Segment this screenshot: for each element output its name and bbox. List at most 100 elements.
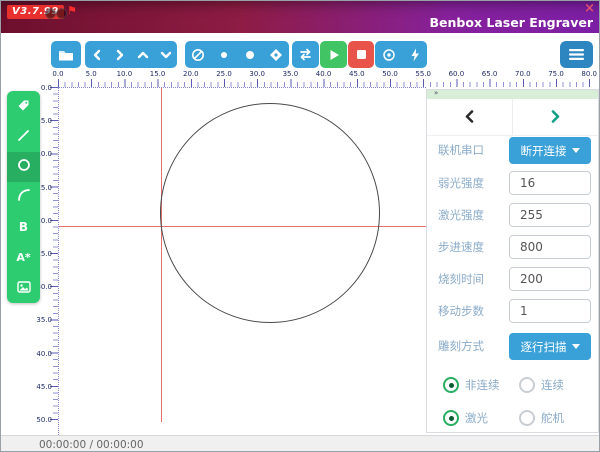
ruler-label: 35.0 [35, 316, 52, 324]
arrow-left-icon[interactable] [91, 49, 103, 61]
caret-down-icon [572, 344, 580, 349]
weak-laser-icon[interactable] [217, 48, 231, 62]
tag-icon [17, 97, 30, 116]
loop-arrows-icon [298, 48, 313, 61]
app-title: Benbox Laser Engraver [430, 15, 593, 30]
radio-laser[interactable]: 激光 [443, 410, 488, 426]
radio-icon [519, 410, 535, 426]
ruler-label: 75.0 [545, 70, 567, 78]
elapsed-time: 00:00:00 / 00:00:00 [39, 439, 144, 451]
ruler-label: 40.0 [313, 70, 335, 78]
connect-dropdown[interactable]: 断开连接 [509, 137, 591, 164]
statusbar: 00:00:00 / 00:00:00 [1, 435, 600, 452]
ruler-label: 45.0 [35, 383, 52, 391]
ruler-label: 50.0 [35, 416, 52, 424]
flag-icon: ⚑ [67, 4, 77, 17]
step-speed-label: 步进速度 [438, 235, 484, 259]
tool-sidebar: B A* [7, 91, 40, 303]
radio-label: 非连续 [465, 377, 500, 393]
radio-icon [443, 377, 459, 393]
radio-noncontinuous[interactable]: 非连续 [443, 377, 500, 393]
ruler-label: 10.0 [113, 70, 135, 78]
lightning-icon[interactable] [409, 48, 421, 62]
radio-icon [519, 377, 535, 393]
drawing-circle[interactable] [160, 103, 380, 323]
sidebar-item-arc[interactable] [7, 182, 40, 212]
output-radio-row: 激光 舵机 [427, 410, 598, 430]
arrow-down-icon[interactable] [160, 49, 172, 61]
radio-servo[interactable]: 舵机 [519, 410, 564, 426]
ruler-label: 20.0 [180, 70, 202, 78]
panel-collapse-strip[interactable]: » [427, 90, 598, 99]
ruler-label: 25.0 [213, 70, 235, 78]
radio-label: 连续 [541, 377, 564, 393]
laser-power-label: 激光强度 [438, 203, 484, 227]
panel-prev-button[interactable] [427, 99, 512, 135]
burn-time-input[interactable] [509, 267, 591, 291]
open-file-button[interactable] [51, 41, 81, 68]
reset-button[interactable] [292, 41, 319, 68]
hamburger-icon [569, 49, 584, 60]
settings-panel: » 联机串口 断开连接 弱光强度 激光强度 步进速度 [426, 89, 599, 433]
horizontal-ruler-major-ticks [58, 79, 591, 87]
record-icon[interactable] [382, 48, 396, 62]
close-icon[interactable]: × [584, 2, 595, 16]
origin-icon[interactable] [269, 48, 283, 62]
weak-power-input[interactable] [509, 171, 591, 195]
sidebar-item-tag[interactable] [7, 91, 40, 121]
image-icon [17, 278, 31, 297]
stop-button[interactable] [348, 41, 374, 68]
toolbar [1, 33, 600, 71]
line-icon [17, 127, 30, 146]
ruler-label: 50.0 [379, 70, 401, 78]
arrow-up-icon[interactable] [137, 49, 149, 61]
move-steps-label: 移动步数 [438, 299, 484, 323]
laser-power-input[interactable] [509, 203, 591, 227]
arrow-right-icon[interactable] [114, 49, 126, 61]
play-icon [328, 49, 340, 61]
app-window: V3.7.99 ⚑ × Benbox Laser Engraver [0, 0, 600, 452]
folder-icon [58, 48, 74, 62]
strong-laser-icon[interactable] [243, 48, 257, 62]
serial-label: 联机串口 [438, 137, 484, 164]
radio-label: 舵机 [541, 410, 564, 426]
titlebar: V3.7.99 ⚑ × Benbox Laser Engraver [1, 1, 600, 33]
connect-dropdown-value: 断开连接 [521, 143, 567, 159]
radio-continuous[interactable]: 连续 [519, 377, 564, 393]
misc-group [375, 41, 427, 68]
bold-b-icon: B [19, 220, 28, 234]
jog-group [85, 41, 177, 68]
sidebar-item-bold-text[interactable]: B [7, 212, 40, 242]
engrave-mode-label: 雕刻方式 [438, 333, 484, 360]
laser-control-group [185, 41, 289, 68]
sidebar-item-image[interactable] [7, 273, 40, 303]
ruler-label: 0.0 [47, 70, 69, 78]
laser-off-icon[interactable] [191, 48, 205, 62]
crosshair-vertical [161, 88, 162, 422]
caret-down-icon [572, 148, 580, 153]
engrave-mode-dropdown[interactable]: 逐行扫描 [509, 333, 591, 360]
move-steps-input[interactable] [509, 299, 591, 323]
menu-button[interactable] [560, 41, 593, 68]
sidebar-item-text[interactable]: A* [7, 242, 40, 272]
titlebar-dot-icon [45, 8, 56, 19]
ruler-label: 70.0 [512, 70, 534, 78]
step-speed-input[interactable] [509, 235, 591, 259]
circle-icon [17, 157, 31, 176]
drawing-canvas[interactable] [58, 87, 426, 435]
chevron-left-icon [464, 108, 475, 127]
continuity-radio-row: 非连续 连续 [427, 377, 598, 397]
panel-next-button[interactable] [513, 99, 598, 135]
sidebar-item-ellipse[interactable] [7, 152, 40, 182]
start-button[interactable] [320, 41, 347, 68]
collapse-icon: » [434, 89, 438, 97]
stop-icon [356, 49, 367, 60]
sidebar-item-line[interactable] [7, 121, 40, 151]
ruler-label: 45.0 [346, 70, 368, 78]
ruler-label: 80.0 [578, 70, 600, 78]
engrave-mode-value: 逐行扫描 [521, 339, 567, 355]
chevron-right-icon [550, 108, 561, 127]
text-a-icon: A* [16, 251, 30, 264]
panel-nav [427, 99, 598, 136]
arc-icon [17, 187, 31, 206]
